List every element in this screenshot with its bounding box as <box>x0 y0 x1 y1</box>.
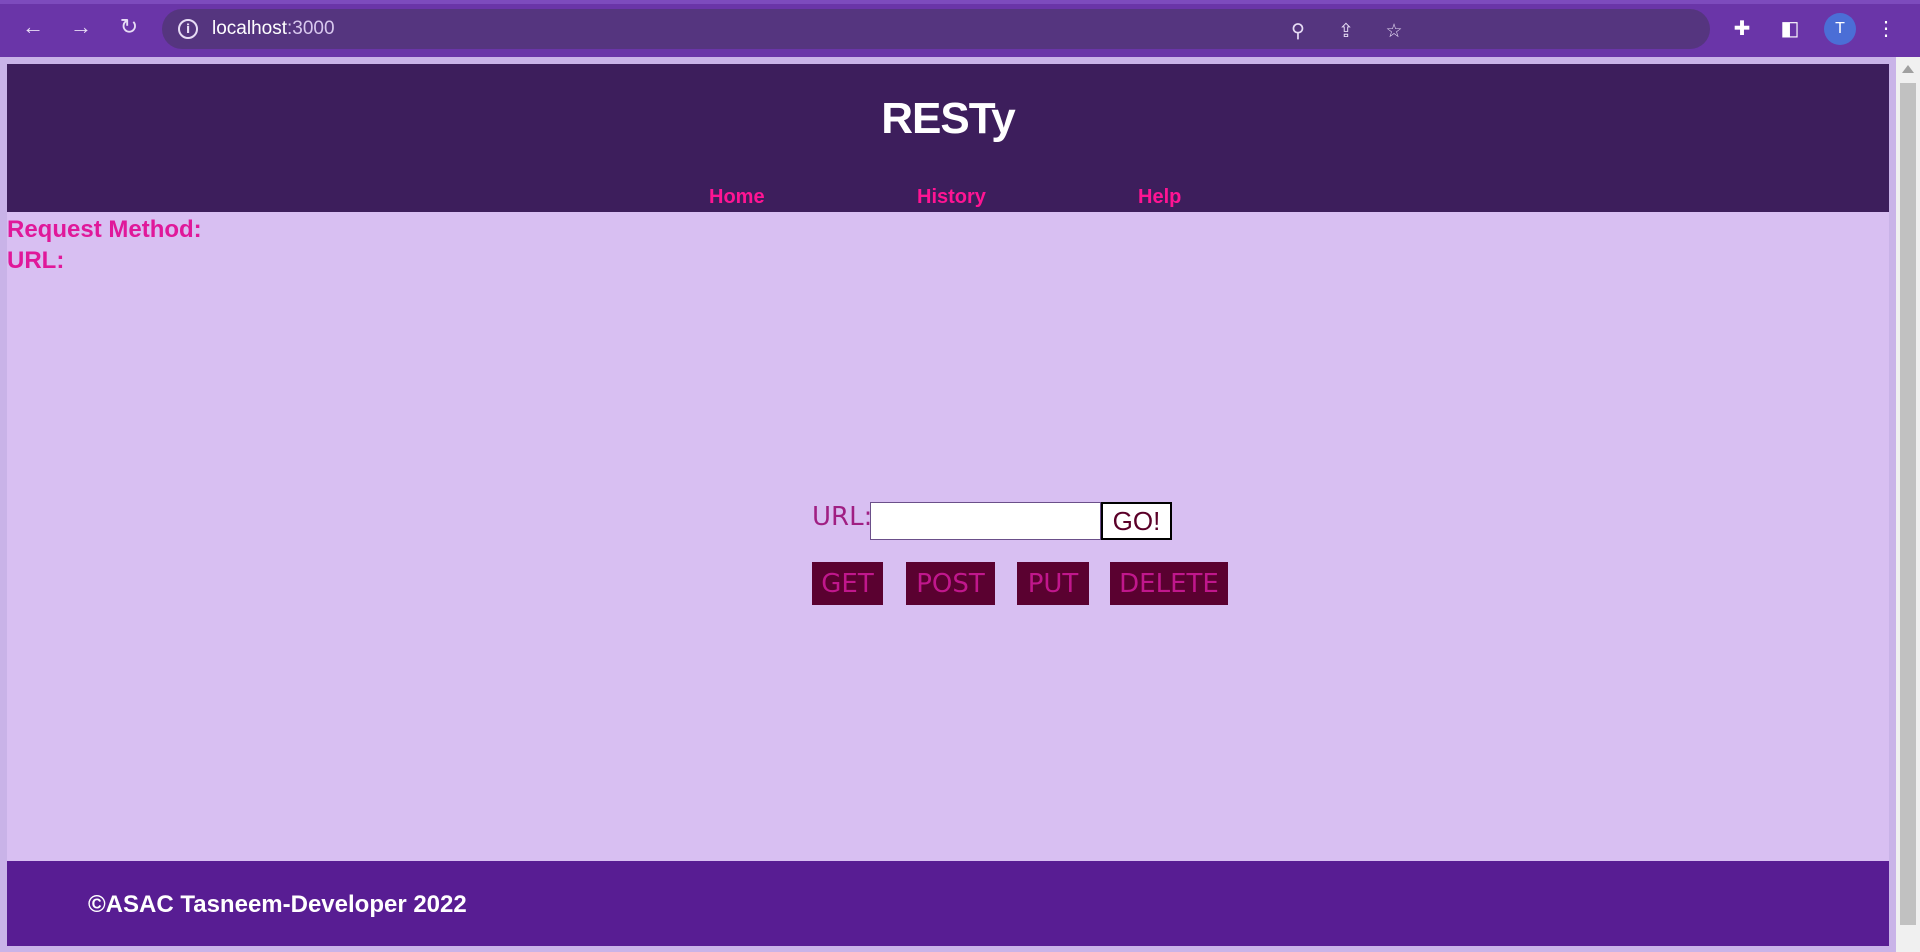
scrollbar-thumb[interactable] <box>1900 83 1916 925</box>
nav-link-home[interactable]: Home <box>709 186 765 209</box>
avatar[interactable]: T <box>1824 13 1856 45</box>
app-root: RESTy Home History Help Request Method: … <box>7 64 1889 946</box>
zoom-out-icon[interactable]: ⚲ <box>1286 19 1310 43</box>
url-input-label: URL: <box>812 502 873 532</box>
go-button[interactable]: GO! <box>1101 502 1172 540</box>
url-host: localhost <box>212 18 287 39</box>
star-icon[interactable]: ☆ <box>1382 19 1406 43</box>
address-url[interactable]: localhost:3000 <box>212 18 335 40</box>
result-url-label: URL: <box>7 247 65 274</box>
site-footer: ©ASAC Tasneem-Developer 2022 <box>7 861 1889 946</box>
copyright-text: ©ASAC Tasneem-Developer 2022 <box>88 891 467 918</box>
page-title: RESTy <box>881 94 1016 143</box>
url-input[interactable] <box>870 502 1101 540</box>
scroll-up-arrow-icon[interactable] <box>1902 65 1914 73</box>
extensions-icon[interactable]: ✚ <box>1728 14 1756 42</box>
request-form: URL: GO! GET POST PUT DELETE <box>812 502 1242 612</box>
share-icon[interactable]: ⇪ <box>1334 19 1358 43</box>
site-header: RESTy Home History Help <box>7 64 1889 212</box>
menu-icon[interactable]: ⋮ <box>1872 14 1900 42</box>
info-icon[interactable]: i <box>178 19 198 39</box>
get-method-button[interactable]: GET <box>812 562 883 605</box>
nav-link-help[interactable]: Help <box>1138 186 1181 209</box>
reload-icon[interactable]: ↻ <box>114 12 144 42</box>
request-method-label: Request Method: <box>7 216 202 243</box>
url-port: :3000 <box>287 18 335 39</box>
side-panel-icon[interactable]: ◧ <box>1776 14 1804 42</box>
back-arrow-icon[interactable]: ← <box>18 12 48 42</box>
address-bar[interactable]: i localhost:3000 ⚲ ⇪ ☆ <box>162 9 1710 49</box>
page-scrollbar[interactable] <box>1896 57 1920 952</box>
nav-link-history[interactable]: History <box>917 186 986 209</box>
browser-toolbar: ← → ↻ i localhost:3000 ⚲ ⇪ ☆ ✚ ◧ T ⋮ <box>0 0 1920 57</box>
forward-arrow-icon[interactable]: → <box>66 12 96 42</box>
delete-method-button[interactable]: DELETE <box>1110 562 1228 605</box>
post-method-button[interactable]: POST <box>906 562 995 605</box>
put-method-button[interactable]: PUT <box>1017 562 1089 605</box>
tab-strip-accent <box>0 0 1920 4</box>
